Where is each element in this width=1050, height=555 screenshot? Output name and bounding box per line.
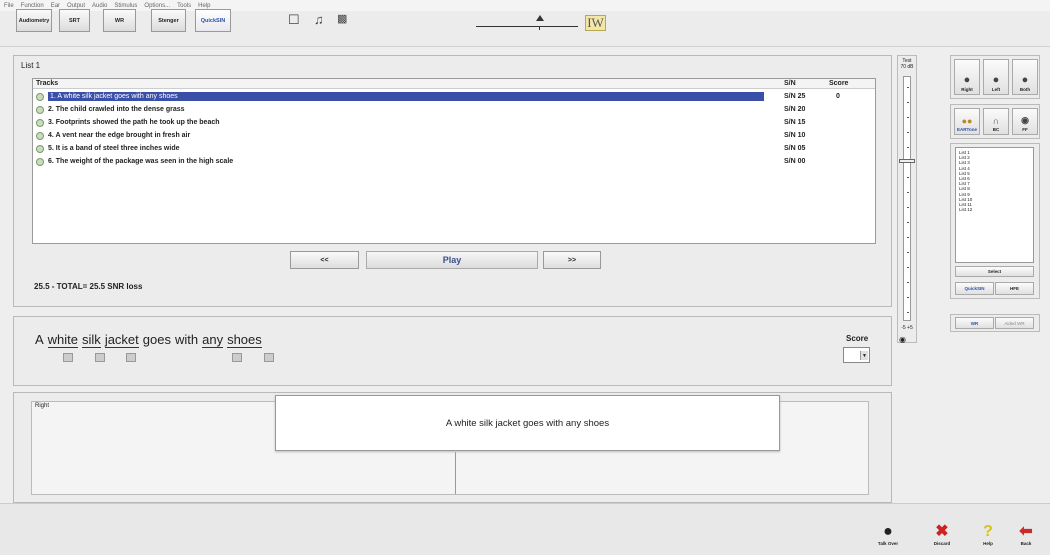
menu-stimulus[interactable]: Stimulus — [114, 3, 137, 9]
sentence-keyword: any — [202, 332, 224, 348]
right-ear-label: Right — [35, 403, 50, 409]
headphones-icon[interactable]: ♫ — [314, 12, 324, 27]
edit-icon[interactable]: ☐ — [288, 12, 300, 28]
sentence-keyword: jacket — [104, 332, 139, 348]
response-divider — [455, 452, 456, 494]
table-header: Tracks S/N Score — [33, 79, 875, 89]
left-ear-icon: ● — [992, 74, 1000, 86]
test-level-step[interactable]: -5 +5 — [898, 325, 916, 331]
table-row[interactable]: 1. A white silk jacket goes with any sho… — [33, 92, 875, 102]
table-row[interactable]: 5. It is a band of steel three inches wi… — [33, 144, 875, 154]
sentence-panel — [13, 316, 892, 386]
score-header: Score — [829, 80, 849, 87]
sentence-keyword: white — [47, 332, 79, 348]
speaker-icon[interactable] — [36, 145, 44, 153]
quicksin-mode-button[interactable]: QuickSIN — [955, 282, 994, 295]
aided-wr-button[interactable]: Aided WR — [995, 317, 1034, 329]
table-row[interactable]: 2. The child crawled into the dense gras… — [33, 105, 875, 115]
list-title: List 1 — [21, 61, 41, 70]
volume-slider[interactable] — [476, 13, 578, 30]
wr-mode-button[interactable]: WR — [955, 317, 994, 329]
menu-audio[interactable]: Audio — [92, 3, 107, 9]
next-button[interactable]: >> — [543, 251, 601, 269]
score-label: Score — [846, 334, 869, 343]
speaker-icon[interactable] — [36, 106, 44, 114]
discard-button[interactable]: ✖ Discard — [929, 523, 955, 553]
quicksin-tab-button[interactable]: QuickSIN — [195, 9, 231, 32]
both-ears-icon: ● — [1021, 74, 1029, 86]
select-list-button[interactable]: Select — [955, 266, 1034, 277]
chevron-down-icon[interactable]: ▼ — [860, 351, 868, 360]
menu-ear[interactable]: Ear — [51, 3, 60, 9]
srt-button[interactable]: SRT — [59, 9, 90, 32]
test-level-thumb[interactable] — [899, 159, 915, 163]
sentence-keyword: silk — [82, 332, 101, 348]
sentence-popup: A white silk jacket goes with any shoes — [275, 395, 780, 451]
right-ear-icon: ● — [963, 74, 971, 86]
menu-file[interactable]: File — [4, 3, 14, 9]
speaker-icon[interactable] — [36, 158, 44, 166]
speaker-icon[interactable] — [36, 93, 44, 101]
keyword-checkbox[interactable] — [63, 353, 73, 362]
speaker-icon: ◉ — [1021, 115, 1029, 125]
bone-conductor-icon: ∩ — [992, 116, 1000, 126]
table-row[interactable]: 3. Footprints showed the path he took up… — [33, 118, 875, 128]
free-field-button[interactable]: ◉ FF — [1012, 108, 1038, 135]
tracks-header: Tracks — [36, 80, 59, 87]
table-row[interactable]: 4. A vent near the edge brought in fresh… — [33, 131, 875, 141]
sentence-keyword: shoes — [227, 332, 262, 348]
right-ear-button[interactable]: ● Right — [954, 59, 980, 95]
sentence-word: A — [35, 332, 44, 347]
list-item[interactable]: List 12 — [959, 207, 1030, 212]
wr-button[interactable]: WR — [103, 9, 136, 32]
test-level-label: Test 70 dB — [900, 58, 914, 70]
help-button[interactable]: ? Help — [975, 523, 1001, 553]
keyword-checkbox[interactable] — [232, 353, 242, 362]
eartone-button[interactable]: ●● EARTone — [954, 108, 980, 135]
keyword-checkbox[interactable] — [95, 353, 105, 362]
back-button[interactable]: ⬅ Back — [1013, 523, 1039, 553]
table-row[interactable]: 6. The weight of the package was seen in… — [33, 157, 875, 167]
sentence-words: A white silk jacket goes with any shoes — [35, 332, 262, 348]
bone-conduction-button[interactable]: ∩ BC — [983, 108, 1009, 135]
hfe-mode-button[interactable]: HFE — [995, 282, 1034, 295]
keyword-checkbox[interactable] — [264, 353, 274, 362]
close-icon: ✖ — [935, 523, 949, 540]
app-logo: IW — [585, 15, 606, 31]
menu-output[interactable]: Output — [67, 3, 85, 9]
left-ear-button[interactable]: ● Left — [983, 59, 1009, 95]
test-level-slider[interactable] — [903, 76, 911, 321]
snr-loss-summary: 25.5 - TOTAL= 25.5 SNR loss — [34, 282, 143, 291]
sn-header: S/N — [784, 80, 796, 87]
sentence-word: goes — [142, 332, 171, 347]
tracks-table: Tracks S/N Score 1. A white silk jacket … — [32, 78, 876, 244]
score-select[interactable]: ▼ — [843, 347, 870, 363]
menu-tools[interactable]: Tools — [177, 3, 191, 9]
previous-button[interactable]: << — [290, 251, 359, 269]
menu-function[interactable]: Function — [21, 3, 44, 9]
microphone-icon: ● — [883, 523, 893, 540]
video-icon[interactable]: ▩ — [337, 12, 347, 25]
audiometry-button[interactable]: Audiometry — [16, 9, 52, 32]
insert-earphone-icon: ●● — [961, 116, 973, 126]
sentence-word: with — [174, 332, 199, 347]
menu-help[interactable]: Help — [198, 3, 210, 9]
both-ears-button[interactable]: ● Both — [1012, 59, 1038, 95]
talk-over-button[interactable]: ● Talk Over — [875, 523, 901, 553]
speaker-icon[interactable]: ◉ — [899, 335, 906, 344]
back-arrow-icon: ⬅ — [1019, 523, 1033, 540]
stenger-button[interactable]: Stenger — [151, 9, 186, 32]
list-listbox[interactable]: List 1 List 2 List 3 List 4 List 5 List … — [955, 147, 1034, 263]
keyword-checkbox[interactable] — [126, 353, 136, 362]
speaker-icon[interactable] — [36, 119, 44, 127]
speaker-icon[interactable] — [36, 132, 44, 140]
play-button[interactable]: Play — [366, 251, 538, 269]
help-icon: ? — [983, 523, 993, 540]
menu-options[interactable]: Options... — [144, 3, 170, 9]
